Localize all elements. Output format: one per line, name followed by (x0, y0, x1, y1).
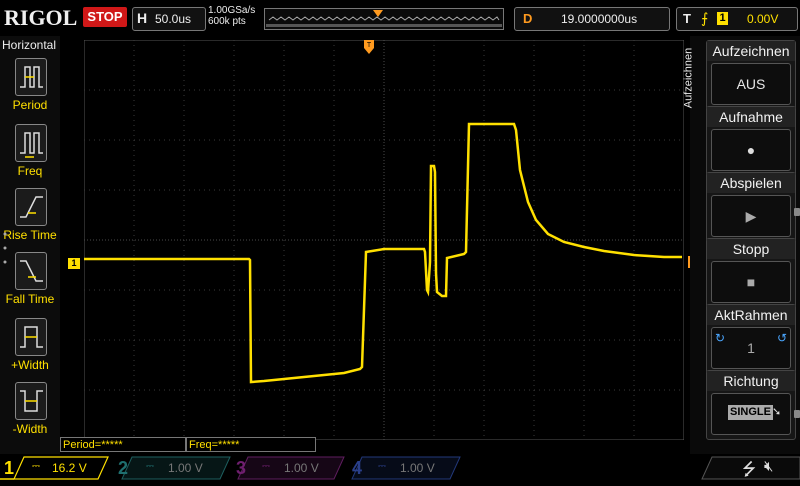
side-tab-marker (794, 208, 800, 216)
measure-neg-width[interactable]: -Width (10, 382, 50, 436)
menu-item-value-box: AUS (711, 63, 791, 105)
measure-label: -Width (12, 422, 48, 436)
menu-item-title: Aufzeichnen (707, 41, 795, 61)
measure-freq[interactable]: Freq (10, 124, 50, 178)
record-start-button[interactable]: Aufnahme ● (706, 106, 796, 176)
ch3-number[interactable]: 3 (236, 458, 246, 479)
channel-bar: 1 ⎓ 16.2 V 2 ⎓ 1.00 V 3 ⎓ 1.00 V 4 ⎓ 1.0… (0, 456, 800, 480)
play-button[interactable]: Abspielen ▶ (706, 172, 796, 242)
record-dot-icon: ● (746, 142, 756, 158)
side-tab-marker (794, 410, 800, 418)
ch4-number[interactable]: 4 (352, 458, 362, 479)
measure-fall-time[interactable]: Fall Time (6, 252, 54, 306)
current-frame-control[interactable]: AktRahmen ↻ ↺ 1 (706, 304, 796, 374)
dc-coupling-icon: ⎓ (146, 461, 154, 472)
neg-width-icon (15, 382, 47, 420)
measure-label: +Width (11, 358, 49, 372)
measurement-period[interactable]: Period=***** (60, 437, 186, 452)
run-stop-status[interactable]: STOP (83, 7, 127, 27)
menu-tab-label: Aufzeichnen (682, 47, 695, 109)
menu-item-value-box: ↻ ↺ 1 (711, 327, 791, 369)
ch4-scale[interactable]: 1.00 V (400, 461, 435, 475)
menu-item-value-box: ● (711, 129, 791, 171)
direction-value: SINGLE (728, 405, 773, 420)
menu-item-value-box: ■ (711, 261, 791, 303)
sample-rate: 1.00GSa/s (208, 5, 256, 16)
measurement-freq[interactable]: Freq=***** (186, 437, 316, 452)
freq-icon (15, 124, 47, 162)
menu-item-value: AUS (736, 76, 766, 92)
measure-rise-time[interactable]: Rise Time (3, 188, 57, 242)
top-status-bar: RIGOL STOP H 50.0us 1.00GSa/s 600k pts D… (0, 0, 800, 36)
ch1-level-marker[interactable]: 1 (68, 258, 80, 269)
dc-coupling-icon: ⎓ (378, 461, 386, 472)
trigger-source: 1 (717, 12, 728, 25)
timebase-label: H (137, 10, 148, 26)
measure-pos-width[interactable]: +Width (10, 318, 50, 372)
rising-edge-icon: ⨍ (701, 10, 709, 26)
period-icon (15, 58, 47, 96)
measure-category: Horizontal (2, 38, 57, 52)
rise-time-icon (15, 188, 47, 226)
ch3-scale[interactable]: 1.00 V (284, 461, 319, 475)
pos-width-icon (15, 318, 47, 356)
play-icon: ▶ (745, 208, 757, 224)
menu-item-title: AktRahmen (707, 305, 795, 325)
menu-item-value-box: SINGLE ➘ (711, 393, 791, 435)
trigger-pos-label: T (367, 42, 372, 49)
memory-waveform-preview (266, 10, 502, 27)
stop-square-icon: ■ (746, 274, 756, 290)
arrow-right-icon: ➘ (772, 406, 782, 418)
memory-position-strip[interactable] (264, 8, 504, 30)
measure-label: Freq (17, 164, 43, 178)
timebase-box[interactable]: H 50.0us (132, 7, 206, 31)
menu-tab[interactable]: Aufzeichnen (682, 40, 706, 120)
ch2-scale[interactable]: 1.00 V (168, 461, 203, 475)
fall-time-icon (15, 252, 47, 290)
menu-item-value: 1 (747, 340, 755, 356)
delay-label: D (523, 11, 533, 26)
measure-period[interactable]: Period (10, 58, 50, 112)
brand-logo: RIGOL (4, 5, 78, 30)
record-toggle[interactable]: Aufzeichnen AUS (706, 40, 796, 110)
usb-icon: ⭍ (742, 460, 757, 479)
measure-label: Fall Time (5, 292, 55, 306)
dc-coupling-icon: ⎓ (262, 461, 270, 472)
delay-box[interactable]: D 19.0000000us (514, 7, 670, 31)
menu-item-title: Abspielen (707, 173, 795, 193)
dc-coupling-icon: ⎓ (32, 461, 40, 472)
direction-selector[interactable]: Richtung SINGLE ➘ (706, 370, 796, 440)
waveform-display[interactable]: T (84, 40, 684, 440)
menu-item-title: Richtung (707, 371, 795, 391)
menu-item-title: Stopp (707, 239, 795, 259)
sample-info: 1.00GSa/s 600k pts (208, 5, 255, 27)
menu-scroll-dots[interactable] (2, 228, 8, 268)
measure-sidebar: Horizontal Period Freq Rise Time Fall Ti… (0, 36, 60, 454)
menu-item-value-box: ▶ (711, 195, 791, 237)
ch1-scale[interactable]: 16.2 V (52, 461, 87, 475)
measure-label: Period (12, 98, 48, 112)
menu-item-title: Aufnahme (707, 107, 795, 127)
stop-button[interactable]: Stopp ■ (706, 238, 796, 308)
ch2-number[interactable]: 2 (118, 458, 128, 479)
memory-depth: 600k pts (208, 16, 246, 27)
delay-value: 19.0000000us (561, 12, 638, 26)
measure-label: Rise Time (3, 228, 57, 242)
speaker-mute-icon[interactable]: 🔇︎ (764, 458, 773, 475)
trigger-box[interactable]: T ⨍ 1 0.00V (676, 7, 798, 31)
timebase-value: 50.0us (155, 12, 192, 26)
ch1-number[interactable]: 1 (4, 458, 14, 479)
trigger-label: T (683, 11, 691, 26)
trigger-level: 0.00V (747, 12, 779, 26)
